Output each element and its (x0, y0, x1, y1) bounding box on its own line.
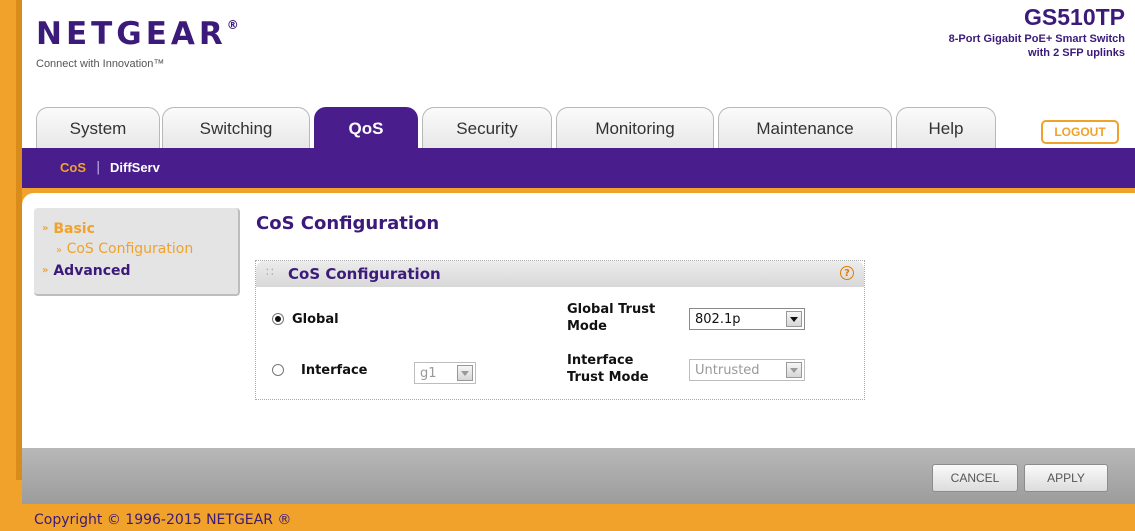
sidebar-item-basic[interactable]: » Basic (42, 221, 95, 237)
interface-trust-mode-value: Untrusted (695, 363, 760, 378)
tab-maintenance[interactable]: Maintenance (718, 107, 892, 149)
tab-security[interactable]: Security (422, 107, 552, 149)
subnav: CoS | DiffServ (22, 148, 1135, 188)
interface-trust-mode-label: Interface Trust Mode (567, 352, 649, 386)
sidebar-item-cos-configuration[interactable]: » CoS Configuration (56, 241, 193, 257)
interface-select[interactable]: g1 (414, 362, 476, 384)
tab-system[interactable]: System (36, 107, 160, 149)
sub-marker-icon: » (56, 245, 63, 256)
collapse-marker-icon: » (42, 265, 49, 276)
sidebar: » Basic » CoS Configuration » Advanced (34, 208, 240, 296)
tab-help[interactable]: Help (896, 107, 996, 149)
logo-mark: ® (226, 18, 239, 32)
global-trust-mode-label-line2: Mode (567, 319, 607, 334)
content-area: » Basic » CoS Configuration » Advanced C… (22, 193, 1135, 448)
sidebar-advanced-label: Advanced (53, 263, 131, 279)
drag-grip-icon: ∷ (266, 265, 274, 279)
global-trust-mode-label: Global Trust Mode (567, 301, 655, 335)
model-name: GS510TP (1024, 4, 1125, 30)
copyright: Copyright © 1996-2015 NETGEAR ® (34, 512, 292, 528)
subnav-diffserv[interactable]: DiffServ (110, 160, 160, 175)
interface-radio[interactable] (272, 364, 284, 376)
netgear-logo: NETGEAR® (36, 16, 239, 52)
global-trust-mode-select[interactable]: 802.1p (689, 308, 805, 330)
subnav-separator: | (96, 160, 101, 175)
tab-monitoring[interactable]: Monitoring (556, 107, 714, 149)
chevron-down-icon (786, 362, 802, 378)
logo-text: NETGEAR (36, 16, 227, 52)
tab-switching[interactable]: Switching (162, 107, 310, 149)
header: NETGEAR® Connect with Innovation™ GS510T… (22, 0, 1135, 149)
tagline: Connect with Innovation™ (36, 58, 165, 70)
global-trust-mode-value: 802.1p (695, 312, 741, 327)
model-description-line1: 8-Port Gigabit PoE+ Smart Switch (948, 33, 1125, 45)
interface-trust-mode-select[interactable]: Untrusted (689, 359, 805, 381)
interface-trust-mode-label-line1: Interface (567, 353, 634, 368)
logout-button[interactable]: LOGOUT (1041, 120, 1119, 144)
apply-button[interactable]: APPLY (1024, 464, 1108, 492)
panel-title: CoS Configuration (288, 265, 441, 283)
subnav-cos[interactable]: CoS (60, 160, 86, 175)
chevron-down-icon (457, 365, 473, 381)
interface-value: g1 (420, 366, 437, 381)
page-title: CoS Configuration (256, 213, 440, 234)
cos-configuration-panel: ∷ CoS Configuration ? Global Global Trus… (255, 260, 865, 400)
model-description-line2: with 2 SFP uplinks (1028, 47, 1125, 59)
global-label: Global (292, 312, 339, 327)
panel-header: ∷ CoS Configuration ? (256, 261, 864, 287)
interface-trust-mode-label-line2: Trust Mode (567, 370, 649, 385)
help-icon[interactable]: ? (840, 266, 854, 280)
global-radio[interactable] (272, 313, 284, 325)
sidebar-cos-label: CoS Configuration (66, 241, 194, 257)
model-info: GS510TP 8-Port Gigabit PoE+ Smart Switch… (949, 4, 1125, 60)
chevron-down-icon (786, 311, 802, 327)
expand-marker-icon: » (42, 223, 49, 234)
sidebar-basic-label: Basic (53, 221, 95, 237)
global-trust-mode-label-line1: Global Trust (567, 302, 656, 317)
cancel-button[interactable]: CANCEL (932, 464, 1018, 492)
interface-label: Interface (301, 363, 368, 378)
tab-qos[interactable]: QoS (314, 107, 418, 149)
app-window: NETGEAR® Connect with Innovation™ GS510T… (0, 0, 1135, 531)
sidebar-item-advanced[interactable]: » Advanced (42, 263, 131, 279)
